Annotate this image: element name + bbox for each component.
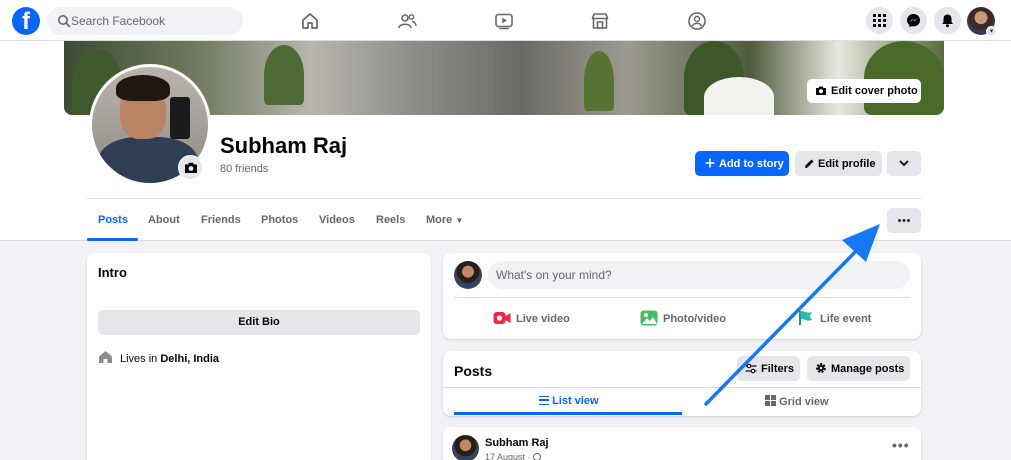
composer-placeholder: What's on your mind? — [496, 268, 612, 282]
photo-video-label: Photo/video — [663, 313, 726, 325]
lives-in-prefix: Lives in — [120, 353, 158, 365]
notifications-icon — [942, 14, 953, 28]
edit-cover-photo-label: Edit cover photo — [831, 85, 918, 97]
menu-grid-icon — [873, 14, 886, 27]
live-video-label: Live video — [516, 313, 570, 325]
list-icon — [539, 396, 549, 405]
manage-posts-label: Manage posts — [831, 363, 905, 375]
composer-avatar[interactable] — [454, 261, 482, 289]
marketplace-icon[interactable] — [590, 11, 610, 31]
messenger-button[interactable] — [900, 7, 927, 34]
watch-icon[interactable] — [494, 11, 514, 31]
lives-in-place[interactable]: Delhi, India — [160, 353, 219, 365]
whats-on-your-mind-input[interactable]: What's on your mind? — [488, 261, 910, 289]
profile-options-button[interactable] — [887, 151, 921, 176]
intro-title: Intro — [98, 265, 127, 280]
post-author-name[interactable]: Subham Raj — [485, 437, 549, 449]
post-date-text: 17 August · — [485, 452, 531, 460]
list-view-label: List view — [552, 395, 599, 407]
tab-more[interactable]: More ▼ — [426, 214, 463, 226]
posts-filter-card: Posts Filters Manage posts List view Gri… — [443, 351, 921, 416]
menu-grid-button[interactable] — [866, 7, 893, 34]
friends-icon[interactable] — [397, 11, 417, 31]
pencil-icon — [805, 159, 814, 168]
tab-videos[interactable]: Videos — [319, 214, 355, 226]
top-navigation-bar: f Search Facebook ▾ — [0, 0, 1011, 41]
more-options-button[interactable] — [887, 208, 921, 233]
edit-bio-button[interactable]: Edit Bio — [98, 310, 420, 335]
list-view-indicator — [454, 412, 682, 415]
search-box[interactable]: Search Facebook — [47, 7, 243, 35]
update-profile-picture-button[interactable] — [178, 155, 203, 180]
tab-more-label: More — [426, 214, 453, 226]
life-event-label: Life event — [820, 313, 872, 325]
plus-icon — [705, 158, 715, 168]
home-icon[interactable] — [300, 11, 320, 31]
filters-label: Filters — [761, 363, 795, 375]
flag-icon — [799, 311, 812, 325]
photo-hair — [116, 75, 170, 101]
filters-button[interactable]: Filters — [737, 356, 800, 381]
facebook-logo[interactable]: f — [12, 7, 40, 35]
posts-card-divider — [443, 387, 921, 388]
edit-profile-label: Edit profile — [818, 158, 876, 170]
add-to-story-label: Add to story — [719, 158, 784, 170]
tab-posts[interactable]: Posts — [98, 214, 128, 226]
grid-view-label: Grid view — [779, 396, 829, 408]
account-avatar[interactable]: ▾ — [967, 7, 997, 37]
cover-plant — [864, 41, 944, 115]
profile-name: Subham Raj — [220, 133, 348, 158]
tab-friends[interactable]: Friends — [201, 214, 241, 226]
intro-card: Intro Edit Bio Lives in Delhi, India — [87, 253, 431, 460]
globe-icon — [533, 453, 542, 460]
camera-icon — [185, 162, 197, 173]
search-icon — [58, 15, 71, 28]
lives-in-text: Lives in Delhi, India — [120, 353, 219, 365]
search-placeholder[interactable]: Search Facebook — [71, 14, 165, 28]
cover-plant — [584, 51, 614, 111]
messenger-icon — [907, 14, 920, 28]
camera-icon — [816, 86, 826, 95]
tab-photos[interactable]: Photos — [261, 214, 298, 226]
edit-cover-photo-button[interactable]: Edit cover photo — [807, 79, 921, 103]
more-dots-icon — [898, 219, 910, 222]
add-to-story-button[interactable]: Add to story — [695, 151, 789, 176]
home-icon — [99, 351, 112, 363]
caret-down-icon: ▼ — [455, 216, 464, 225]
post-composer-card: What's on your mind? Live video Photo/vi… — [443, 253, 921, 339]
chevron-down-icon: ▾ — [986, 26, 997, 37]
photo-icon — [640, 310, 658, 326]
friends-count[interactable]: 80 friends — [220, 163, 268, 175]
notifications-button[interactable] — [934, 7, 961, 34]
posts-section-title: Posts — [454, 363, 493, 379]
chevron-down-icon — [899, 160, 909, 167]
header-divider — [87, 198, 921, 199]
grid-icon — [765, 395, 776, 406]
photo-phone — [170, 97, 190, 139]
live-video-icon — [493, 312, 511, 324]
post-card: Subham Raj 17 August · ••• — [443, 427, 921, 460]
manage-posts-button[interactable]: Manage posts — [807, 356, 910, 381]
list-view-tab[interactable]: List view — [539, 395, 599, 407]
filters-icon — [745, 363, 757, 374]
post-date[interactable]: 17 August · — [485, 452, 542, 460]
composer-divider — [454, 297, 910, 298]
tab-about[interactable]: About — [148, 214, 180, 226]
grid-view-tab[interactable]: Grid view — [765, 395, 829, 408]
post-options-button[interactable]: ••• — [892, 437, 910, 453]
tab-reels[interactable]: Reels — [376, 214, 405, 226]
gear-icon — [816, 363, 826, 373]
cover-plant — [264, 45, 304, 105]
edit-profile-button[interactable]: Edit profile — [795, 151, 882, 176]
active-tab-indicator — [87, 238, 138, 241]
post-author-avatar[interactable] — [452, 435, 479, 460]
cover-planter — [704, 77, 774, 115]
groups-icon[interactable] — [687, 11, 707, 31]
